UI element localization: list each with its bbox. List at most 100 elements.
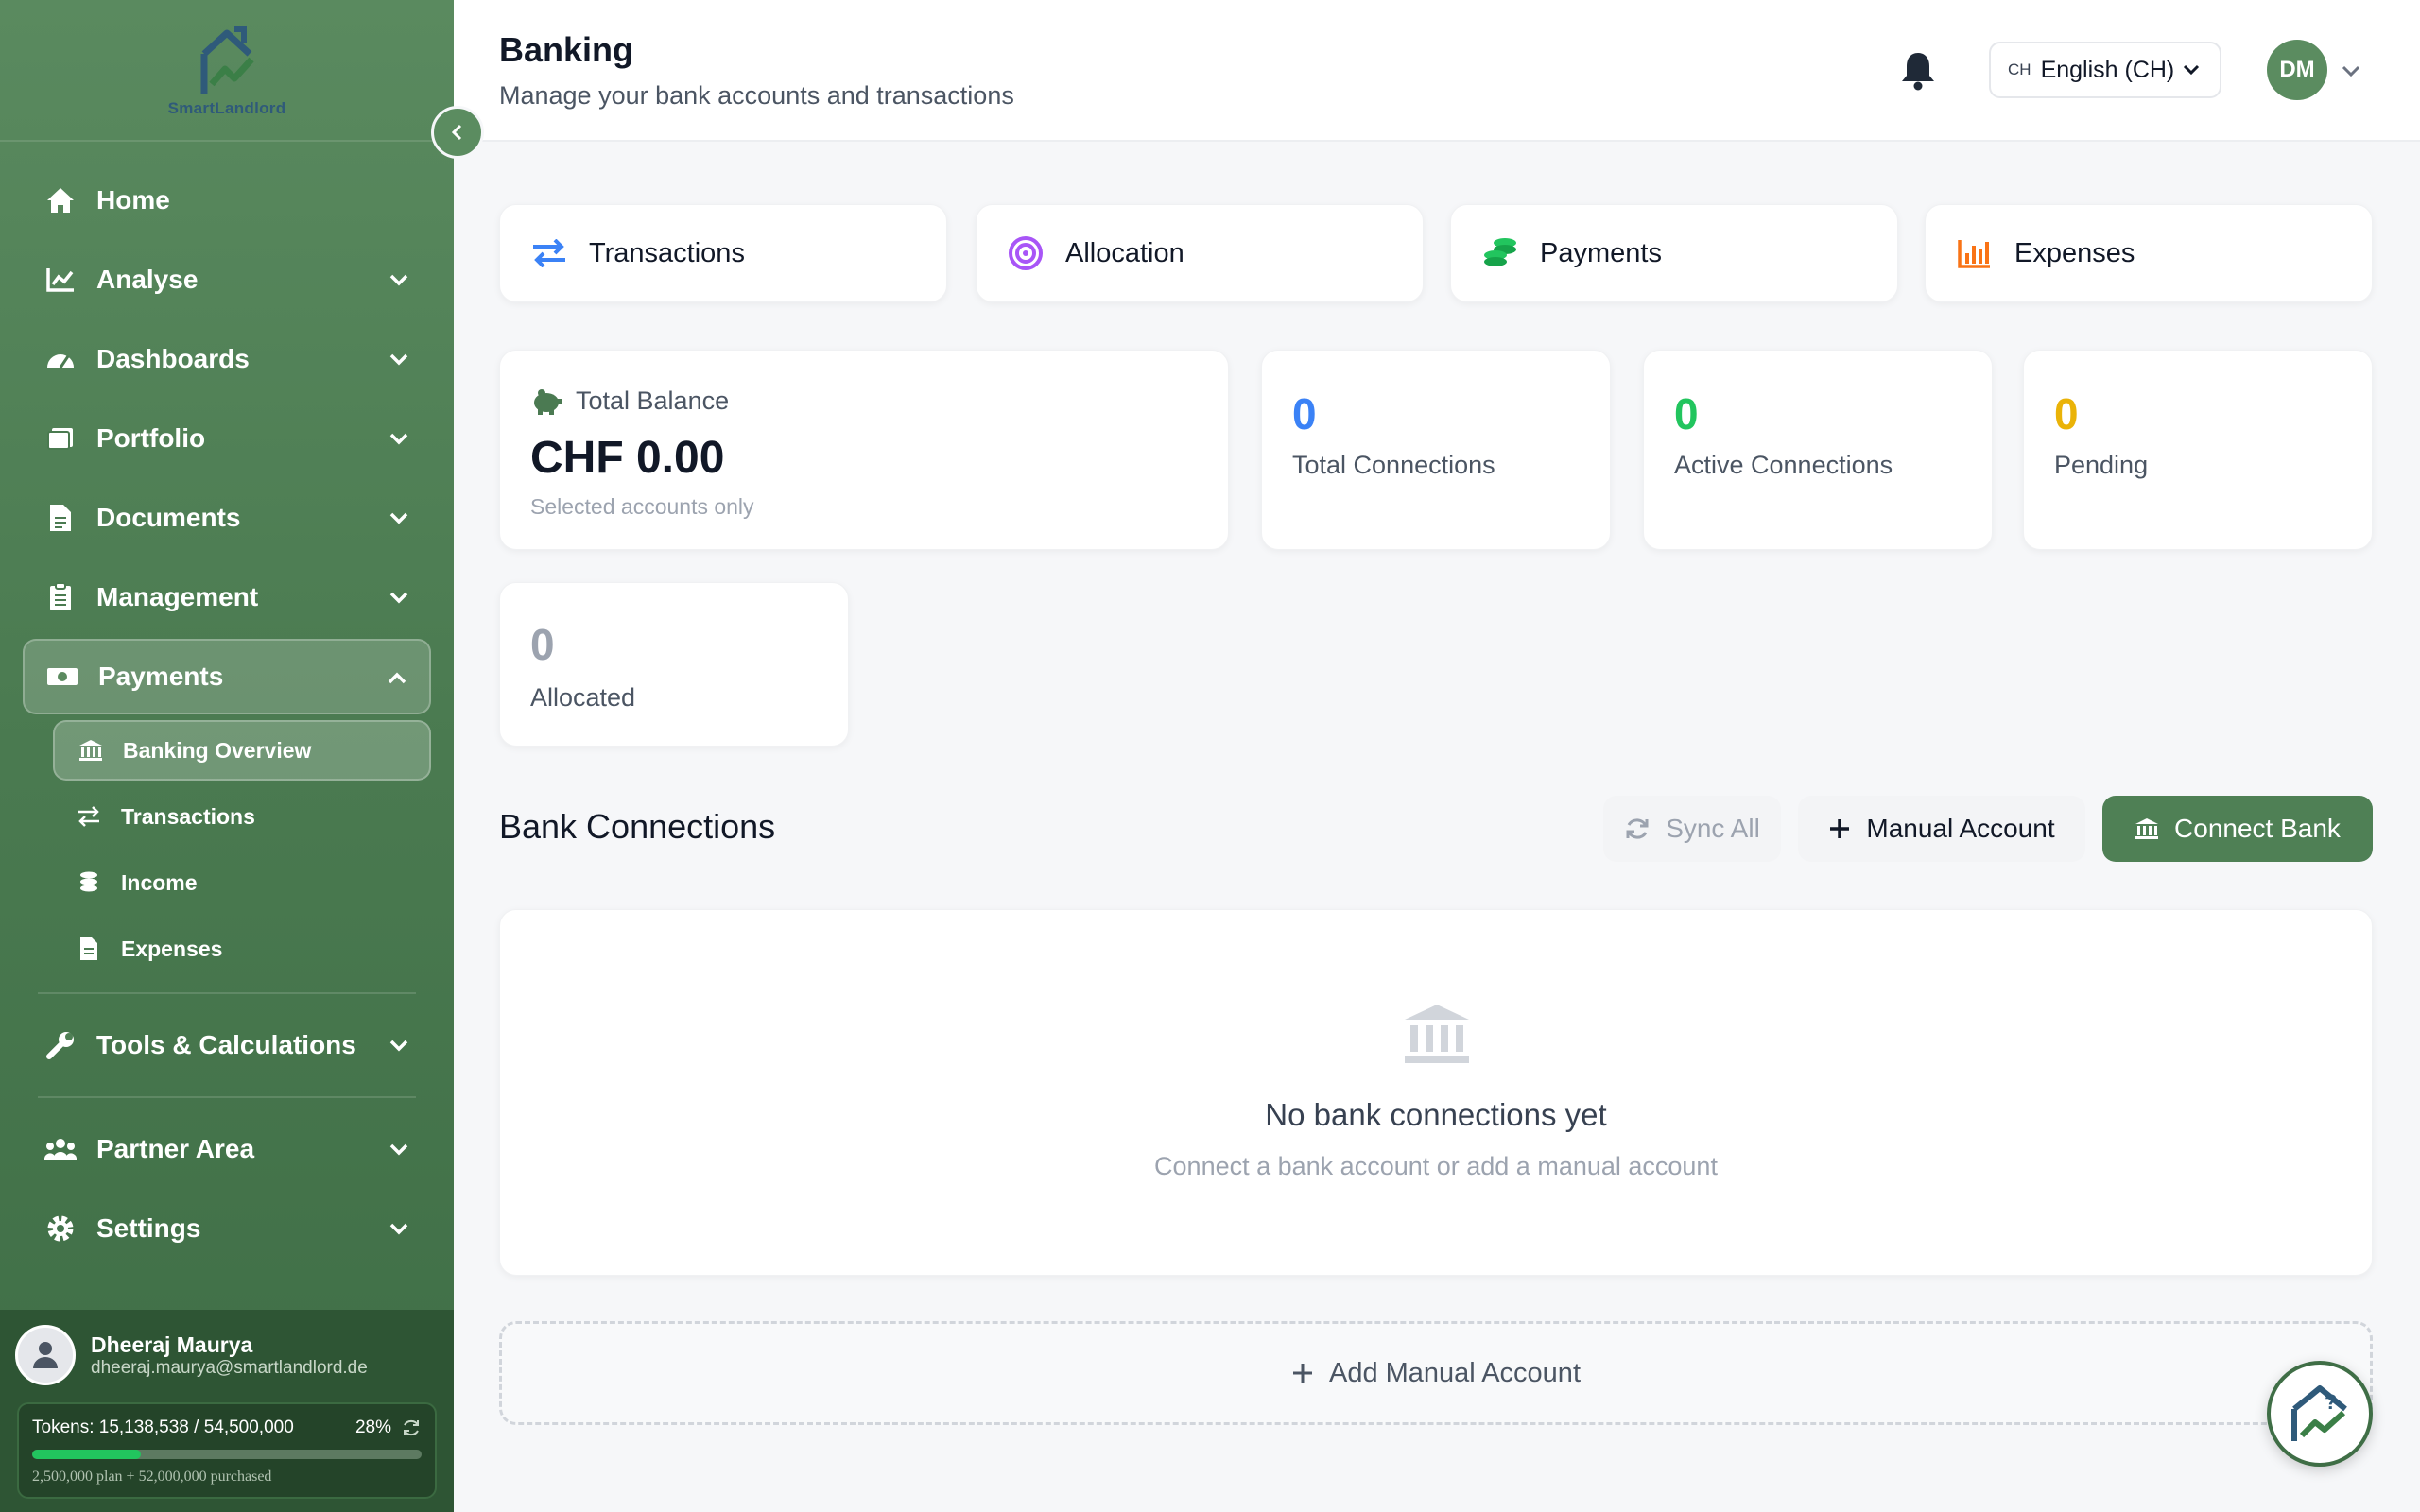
page-subtitle: Manage your bank accounts and transactio… [499,81,1014,110]
sidebar-item-management[interactable]: Management [23,559,431,635]
empty-state-card: No bank connections yet Connect a bank a… [499,909,2373,1276]
chevron-down-icon[interactable] [388,1217,410,1240]
stat-label: Allocated [530,683,636,712]
chevron-down-icon[interactable] [388,268,410,291]
sidebar-item-label: Portfolio [96,423,206,453]
token-progress-fill [32,1450,142,1459]
sidebar-item-label: Documents [96,503,241,532]
wrench-icon [43,1028,78,1062]
language-label: English (CH) [2040,56,2175,83]
coins-icon [76,869,102,896]
token-progress-bar [32,1450,422,1459]
stat-active-connections: 0 Active Connections [1643,350,1993,550]
bell-icon [1902,53,1934,91]
chevron-up-icon[interactable] [386,667,408,690]
empty-state-subtitle: Connect a bank account or add a manual a… [1154,1152,1718,1180]
plus-icon [1292,1364,1312,1383]
chevron-down-icon[interactable] [388,1034,410,1057]
sidebar-item-label: Dashboards [96,344,250,373]
logo[interactable]: SmartLandlord [0,0,454,142]
chevron-down-icon [2183,64,2200,76]
chevron-down-icon[interactable] [388,1138,410,1160]
balance-label: Total Balance [576,387,730,415]
connect-bank-button[interactable]: Connect Bank [2102,796,2373,862]
chevron-down-icon[interactable] [388,507,410,529]
stat-label: Active Connections [1674,451,1893,479]
tab-transactions[interactable]: Transactions [499,204,947,302]
stat-value: 0 [1292,389,1317,438]
piggy-bank-icon [534,388,562,415]
user-email: dheeraj.maurya@smartlandlord.de [91,1357,368,1378]
tab-payments[interactable]: Payments [1450,204,1898,302]
plus-icon [1828,817,1851,840]
sidebar-item-home[interactable]: Home [23,163,431,238]
sidebar-subitem-label: Transactions [121,803,255,829]
logo-text: SmartLandlord [167,99,286,117]
sidebar-item-dashboards[interactable]: Dashboards [23,321,431,397]
svg-text:?: ? [2325,1390,2337,1414]
sidebar-item-payments[interactable]: Payments [23,639,431,714]
home-icon [43,183,78,217]
chat-help-icon: ? [2291,1385,2347,1441]
button-label: Connect Bank [2174,814,2341,843]
notifications-button[interactable] [1900,51,1936,95]
tab-label: Transactions [589,237,745,268]
arrows-exchange-icon [76,803,102,830]
tab-allocation[interactable]: Allocation [976,204,1424,302]
sidebar-subitem-label: Banking Overview [123,737,312,763]
stat-total-connections: 0 Total Connections [1261,350,1611,550]
chevron-down-icon[interactable] [388,586,410,609]
manual-account-button[interactable]: Manual Account [1798,796,2085,862]
bank-icon [78,737,104,764]
sidebar-item-label: Home [96,185,170,215]
tab-label: Allocation [1065,237,1184,268]
chart-line-icon [43,263,78,297]
sidebar-item-documents[interactable]: Documents [23,480,431,556]
button-label: Sync All [1666,814,1760,843]
sidebar-subitem-transactions[interactable]: Transactions [53,786,431,847]
refresh-icon[interactable] [401,1418,422,1438]
sidebar-subitem-label: Expenses [121,936,223,961]
stat-allocated: 0 Allocated [499,582,849,747]
button-label: Manual Account [1866,814,2055,843]
add-manual-account-button[interactable]: Add Manual Account [499,1321,2373,1425]
sync-all-button[interactable]: Sync All [1603,796,1781,862]
stat-label: Pending [2054,451,2149,479]
stat-value: 0 [530,620,555,669]
token-usage: Tokens: 15,138,538 / 54,500,000 28% 2,50… [17,1402,437,1499]
user-avatar[interactable]: DM [2267,40,2327,100]
file-invoice-icon [76,936,102,962]
coins-icon [1481,234,1519,272]
tokens-label: Tokens: 15,138,538 / 54,500,000 [32,1418,294,1437]
sidebar-item-portfolio[interactable]: Portfolio [23,401,431,476]
header: Banking Manage your bank accounts and tr… [454,0,2420,142]
user-name: Dheeraj Maurya [91,1332,253,1357]
sidebar-item-analyse[interactable]: Analyse [23,242,431,318]
bar-chart-icon [1956,234,1994,272]
user-icon [33,1342,58,1368]
language-code: CH [2008,60,2031,78]
tab-expenses[interactable]: Expenses [1925,204,2373,302]
sidebar-subitem-expenses[interactable]: Expenses [53,919,431,979]
sidebar: SmartLandlord Home Analyse Dashboards Po… [0,0,454,1512]
chevron-down-icon[interactable] [388,348,410,370]
sidebar-item-tools[interactable]: Tools & Calculations [23,1007,431,1083]
document-icon [43,501,78,535]
balance-value: CHF 0.00 [530,433,725,483]
sidebar-item-partner-area[interactable]: Partner Area [23,1111,431,1187]
sidebar-item-settings[interactable]: Settings [23,1191,431,1266]
arrows-exchange-icon [530,234,568,272]
chevron-left-icon [451,124,462,141]
gauge-icon [43,342,78,376]
chevron-down-icon[interactable] [2341,60,2361,81]
chevron-down-icon[interactable] [388,427,410,450]
user-profile[interactable]: Dheeraj Maurya dheeraj.maurya@smartlandl… [0,1310,454,1385]
sidebar-collapse-button[interactable] [431,106,484,159]
sidebar-subitem-income[interactable]: Income [53,852,431,913]
button-label: Add Manual Account [1328,1357,1581,1388]
clipboard-icon [43,580,78,614]
language-selector[interactable]: CH English (CH) [1989,42,2221,98]
sidebar-subitem-banking-overview[interactable]: Banking Overview [53,720,431,781]
money-icon [45,660,79,694]
help-chat-button[interactable]: ? [2267,1361,2373,1467]
